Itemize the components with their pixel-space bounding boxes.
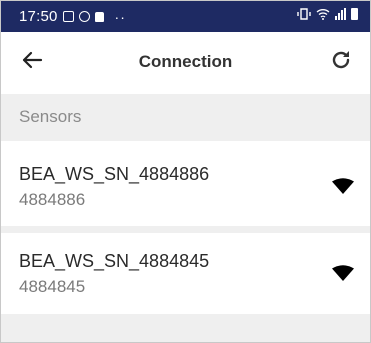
section-header: Sensors: [1, 94, 370, 141]
gallery-notification-icon: [62, 11, 74, 22]
sensor-name: BEA_WS_SN_4884845: [19, 251, 210, 271]
list-divider: [1, 226, 370, 233]
lock-notification-icon: [94, 11, 104, 22]
wifi-signal-icon: [332, 265, 354, 281]
page-title: Connection: [138, 52, 233, 71]
section-label: Sensors: [19, 107, 82, 126]
phone-screen: 17:50 ·· Connection Sensors BEA_WS_SN_48…: [0, 0, 371, 343]
sensor-name: BEA_WS_SN_4884886: [19, 164, 210, 184]
refresh-button[interactable]: [330, 49, 356, 75]
battery-icon: [351, 8, 358, 20]
dnd-notification-icon: [78, 11, 90, 22]
wifi-status-icon: [316, 9, 330, 20]
sensor-list-item[interactable]: BEA_WS_SN_4884886 4884886: [1, 146, 370, 226]
vibrate-icon: [297, 8, 311, 20]
wifi-signal-icon: [332, 178, 354, 194]
status-bar: 17:50 ··: [1, 1, 370, 32]
app-bar: Connection: [1, 32, 370, 94]
sensor-list-item[interactable]: BEA_WS_SN_4884845 4884845: [1, 233, 370, 313]
status-left: 17:50 ··: [19, 8, 126, 25]
status-right: [297, 8, 358, 20]
more-notifications-icon: ··: [114, 8, 126, 25]
refresh-icon: [332, 51, 350, 69]
status-time: 17:50: [19, 8, 58, 25]
sensor-id: 4884845: [19, 277, 86, 296]
sensor-id: 4884886: [19, 190, 86, 209]
list-footer: [1, 314, 370, 342]
signal-icon: [335, 8, 346, 20]
